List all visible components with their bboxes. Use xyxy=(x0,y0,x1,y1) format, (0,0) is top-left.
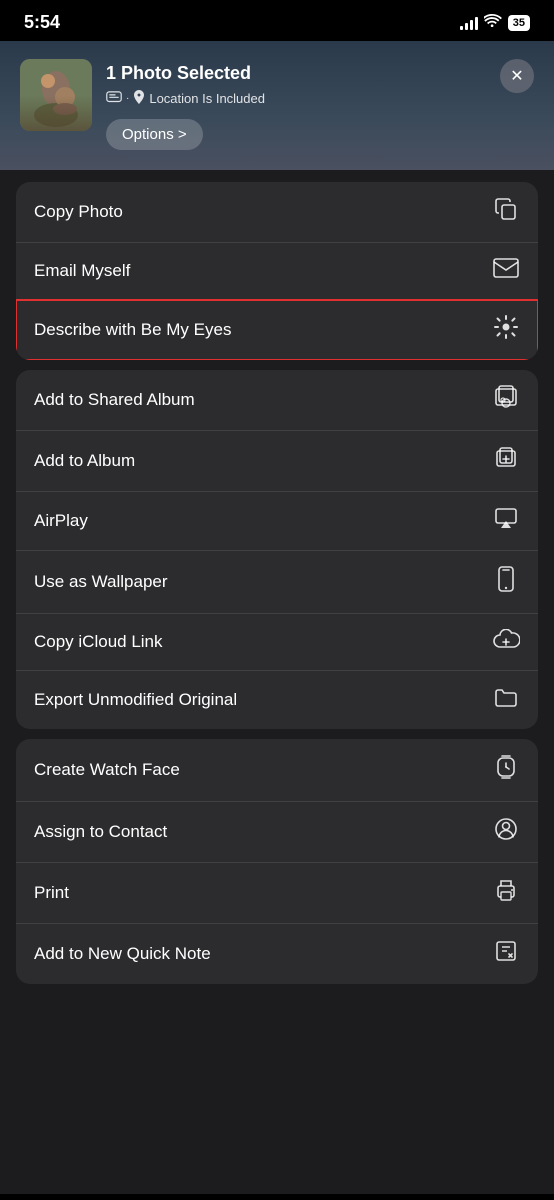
describe-be-my-eyes-icon xyxy=(492,315,520,345)
menu-item-copy-icloud[interactable]: Copy iCloud Link xyxy=(16,614,538,671)
menu-section-1: Copy Photo Email Myself Describe with Be… xyxy=(16,182,538,360)
email-myself-icon xyxy=(492,258,520,284)
location-label: Location Is Included xyxy=(149,91,265,106)
add-shared-album-icon xyxy=(492,385,520,415)
add-shared-album-label: Add to Shared Album xyxy=(34,390,195,410)
close-icon: ✕ xyxy=(510,66,523,86)
use-wallpaper-icon xyxy=(492,566,520,598)
share-subtitle: · Location Is Included xyxy=(106,90,486,107)
separator-dot: · xyxy=(126,93,129,104)
photo-thumbnail xyxy=(20,59,92,131)
export-original-icon xyxy=(492,686,520,714)
share-info: 1 Photo Selected · Location Is Included … xyxy=(106,59,486,150)
menu-item-airplay[interactable]: AirPlay xyxy=(16,492,538,551)
add-quick-note-icon xyxy=(492,939,520,969)
share-header: 1 Photo Selected · Location Is Included … xyxy=(0,41,554,170)
menu-section-3: Create Watch Face Assign to Contact xyxy=(16,739,538,984)
add-album-icon xyxy=(492,446,520,476)
assign-contact-icon xyxy=(492,817,520,847)
signal-icon xyxy=(460,16,478,30)
wifi-icon xyxy=(484,14,502,31)
menu-item-describe-be-my-eyes[interactable]: Describe with Be My Eyes xyxy=(16,300,538,360)
assign-contact-label: Assign to Contact xyxy=(34,822,167,842)
menu-item-add-quick-note[interactable]: Add to New Quick Note xyxy=(16,924,538,984)
copy-photo-label: Copy Photo xyxy=(34,202,123,222)
copy-icloud-label: Copy iCloud Link xyxy=(34,632,163,652)
menu-item-add-album[interactable]: Add to Album xyxy=(16,431,538,492)
add-quick-note-label: Add to New Quick Note xyxy=(34,944,211,964)
describe-be-my-eyes-label: Describe with Be My Eyes xyxy=(34,320,231,340)
menu-item-assign-contact[interactable]: Assign to Contact xyxy=(16,802,538,863)
export-original-label: Export Unmodified Original xyxy=(34,690,237,710)
menu-section-2: Add to Shared Album Add to Album xyxy=(16,370,538,729)
copy-icloud-icon xyxy=(492,629,520,655)
location-icon xyxy=(133,90,145,107)
menu-item-print[interactable]: Print xyxy=(16,863,538,924)
share-title: 1 Photo Selected xyxy=(106,63,486,84)
options-button[interactable]: Options > xyxy=(106,119,203,150)
menu-item-export-original[interactable]: Export Unmodified Original xyxy=(16,671,538,729)
battery-indicator: 35 xyxy=(508,15,530,31)
airplay-icon xyxy=(492,507,520,535)
email-myself-label: Email Myself xyxy=(34,261,130,281)
use-wallpaper-label: Use as Wallpaper xyxy=(34,572,168,592)
menu-area: Copy Photo Email Myself Describe with Be… xyxy=(0,170,554,1194)
menu-item-use-wallpaper[interactable]: Use as Wallpaper xyxy=(16,551,538,614)
print-label: Print xyxy=(34,883,69,903)
menu-item-create-watch-face[interactable]: Create Watch Face xyxy=(16,739,538,802)
menu-item-add-shared-album[interactable]: Add to Shared Album xyxy=(16,370,538,431)
comment-icon xyxy=(106,91,122,107)
copy-photo-icon xyxy=(492,197,520,227)
add-album-label: Add to Album xyxy=(34,451,135,471)
create-watch-face-icon xyxy=(492,754,520,786)
close-button[interactable]: ✕ xyxy=(500,59,534,93)
menu-item-copy-photo[interactable]: Copy Photo xyxy=(16,182,538,243)
status-icons: 35 xyxy=(460,14,530,31)
options-label: Options > xyxy=(122,126,187,143)
status-time: 5:54 xyxy=(24,12,60,33)
menu-item-email-myself[interactable]: Email Myself xyxy=(16,243,538,300)
print-icon xyxy=(492,878,520,908)
create-watch-face-label: Create Watch Face xyxy=(34,760,180,780)
status-bar: 5:54 35 xyxy=(0,0,554,41)
airplay-label: AirPlay xyxy=(34,511,88,531)
